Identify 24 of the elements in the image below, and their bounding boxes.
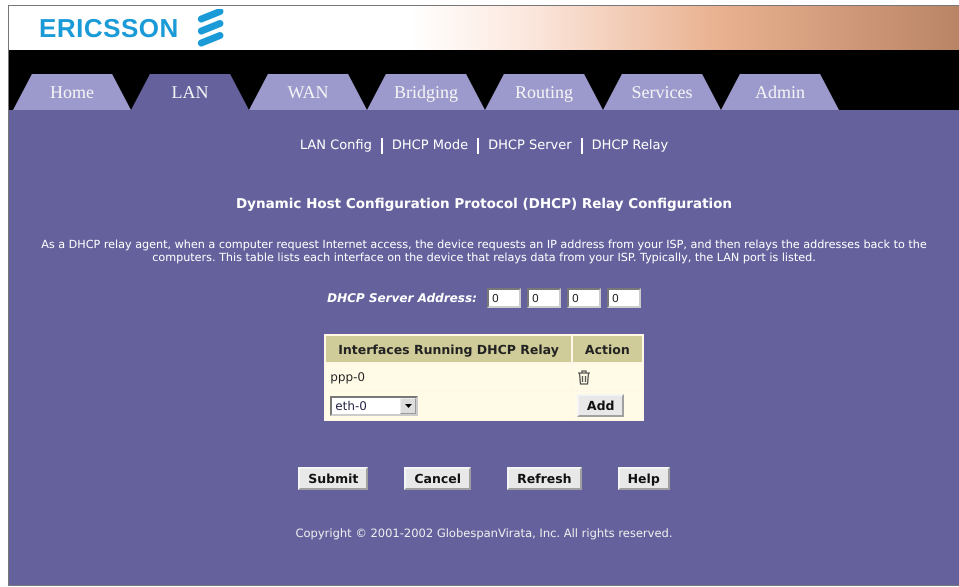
action-button[interactable]: Submit <box>298 467 368 490</box>
nav-tab[interactable]: LAN <box>131 74 249 110</box>
interface-dropdown[interactable]: eth-0 <box>330 396 418 416</box>
page-heading: Dynamic Host Configuration Protocol (DHCP) Relay Configuration <box>236 196 732 212</box>
caret-icon <box>404 404 412 408</box>
copyright-text: Copyright © 2001-2002 GlobespanVirata, Inc. All rights reserved. <box>295 526 672 540</box>
subnav-link[interactable]: DHCP Relay <box>580 138 678 154</box>
ip-octet-field[interactable]: 0 <box>526 288 561 308</box>
action-button[interactable]: Help <box>618 467 670 490</box>
subnav-link[interactable]: DHCP Server <box>477 138 581 154</box>
add-button[interactable]: Add <box>576 394 624 417</box>
ip-octet-field[interactable]: 0 <box>606 288 641 308</box>
subnav-link[interactable]: LAN Config <box>290 138 381 154</box>
action-button[interactable]: Refresh <box>507 467 582 490</box>
field-label: DHCP Server Address: <box>327 291 477 305</box>
column-header: Action <box>572 336 642 362</box>
ip-octet-field[interactable]: 0 <box>486 288 521 308</box>
description-text: As a DHCP relay agent, when a computer request Internet access, the device requests an IP address from your ISP, and then relays the addresses back to the computers. This table lists each interface on the device that relays data from your ISP. Typically, the LAN port is listed. <box>40 238 928 264</box>
action-button[interactable]: Cancel <box>404 467 472 490</box>
trash-icon[interactable] <box>576 370 591 384</box>
subnav-link[interactable]: DHCP Mode <box>380 138 478 154</box>
logo-text: ERICSSON <box>39 12 179 44</box>
ip-octet-field[interactable]: 0 <box>566 288 601 308</box>
column-header: Interfaces Running DHCP Relay <box>326 336 571 362</box>
